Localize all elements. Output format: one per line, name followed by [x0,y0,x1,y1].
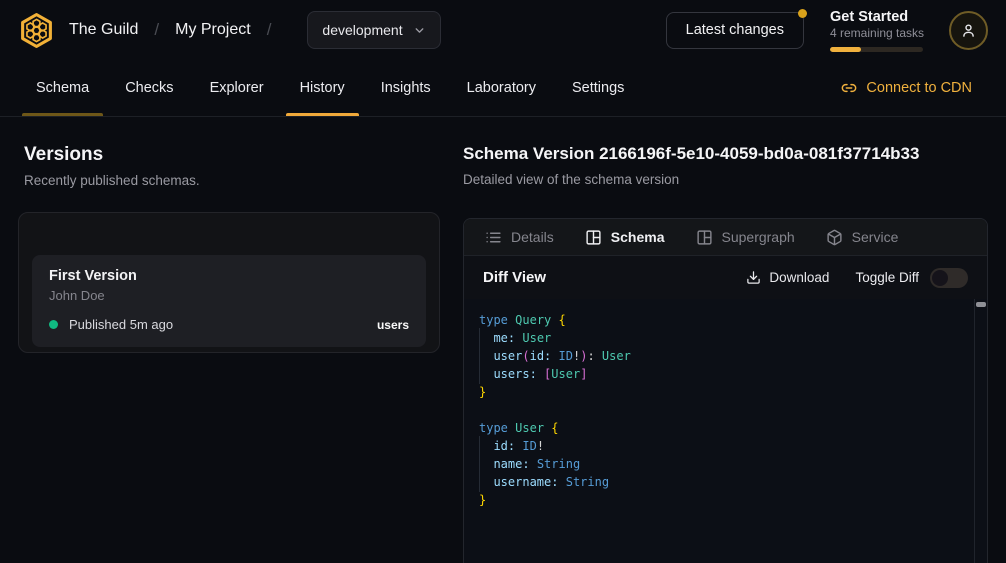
top-bar: The Guild / My Project / development Lat… [0,0,1006,60]
primary-nav: Schema Checks Explorer History Insights … [0,60,1006,117]
link-icon [841,80,857,96]
code-lines: type Query { me: User user(id: ID!): Use… [479,311,973,509]
code-line [479,401,973,419]
get-started-progress-fill [830,47,861,52]
schema-code-block: type Query { me: User user(id: ID!): Use… [464,299,987,563]
nav-tab-laboratory[interactable]: Laboratory [453,60,550,116]
breadcrumb-project[interactable]: My Project [175,21,251,39]
get-started-progress-track [830,47,923,52]
breadcrumb-separator: / [267,20,272,40]
guild-hive-logo-icon[interactable] [18,12,55,49]
diff-view-title: Diff View [483,269,546,286]
nav-tab-insights[interactable]: Insights [367,60,445,116]
versions-subtitle: Recently published schemas. [24,173,200,188]
nav-tab-history[interactable]: History [286,60,359,116]
get-started-subtitle: 4 remaining tasks [830,26,923,41]
version-detail-title: Schema Version 2166196f-5e10-4059-bd0a-0… [463,144,993,164]
columns-icon [696,229,713,246]
target-selector-value: development [322,22,402,38]
latest-changes-button[interactable]: Latest changes [666,12,804,49]
connect-to-cdn-button[interactable]: Connect to CDN [841,60,972,116]
detail-tab-schema[interactable]: Schema [585,229,665,246]
nav-tab-explorer[interactable]: Explorer [196,60,278,116]
code-line: } [479,491,973,509]
nav-tab-settings[interactable]: Settings [558,60,638,116]
tab-underline [286,113,359,116]
tab-underline [22,113,103,116]
code-line: me: User [479,329,973,347]
user-avatar-button[interactable] [949,11,988,50]
version-name: First Version [49,268,409,284]
get-started-widget[interactable]: Get Started 4 remaining tasks [830,8,923,52]
code-scrollbar-track[interactable] [974,299,987,563]
version-list-item[interactable]: First Version John Doe Published 5m ago … [32,255,426,347]
nav-tab-schema[interactable]: Schema [22,60,103,116]
switch-knob [932,270,948,286]
top-bar-right: Latest changes Get Started 4 remaining t… [666,8,988,52]
code-line: name: String [479,455,973,473]
diff-view-toolbar: Diff View Download Toggle Diff [464,255,987,299]
published-status-dot [49,320,58,329]
columns-icon [585,229,602,246]
chevron-down-icon [413,24,426,37]
code-line: type User { [479,419,973,437]
list-icon [485,229,502,246]
versions-list-card: First Version John Doe Published 5m ago … [18,212,440,353]
version-author: John Doe [49,288,409,303]
toggle-diff-label: Toggle Diff [855,270,919,285]
versions-header: Versions Recently published schemas. [24,144,200,188]
code-line: type Query { [479,311,973,329]
breadcrumb-separator: / [154,20,159,40]
detail-tabs: Details Schema Supergraph Service [464,219,987,255]
code-line: } [479,383,973,401]
nav-tab-checks[interactable]: Checks [111,60,187,116]
detail-tab-details[interactable]: Details [485,229,554,246]
code-scrollbar-thumb[interactable] [976,302,986,307]
detail-tab-service[interactable]: Service [826,229,899,246]
connect-to-cdn-label: Connect to CDN [866,80,972,96]
download-button[interactable]: Download [746,270,829,285]
version-status-row: Published 5m ago users [49,317,409,332]
version-detail-header: Schema Version 2166196f-5e10-4059-bd0a-0… [463,144,993,187]
target-selector[interactable]: development [307,11,440,49]
app-window: The Guild / My Project / development Lat… [0,0,1006,563]
detail-tab-supergraph[interactable]: Supergraph [696,229,795,246]
version-status: Published 5m ago [69,317,173,332]
version-service-badge: users [377,318,409,332]
box-icon [826,229,843,246]
toggle-diff-switch[interactable] [930,268,968,288]
notification-dot [798,9,807,18]
toggle-diff-group: Toggle Diff [855,268,968,288]
diff-view-actions: Download Toggle Diff [746,268,968,288]
version-detail-subtitle: Detailed view of the schema version [463,172,993,187]
code-line: id: ID! [479,437,973,455]
breadcrumb-org[interactable]: The Guild [69,21,138,39]
user-icon [960,22,977,39]
download-icon [746,270,761,285]
versions-title: Versions [24,144,200,166]
download-label: Download [769,270,829,285]
code-line: users: [User] [479,365,973,383]
code-line: user(id: ID!): User [479,347,973,365]
get-started-title: Get Started [830,8,923,26]
code-line: username: String [479,473,973,491]
version-detail-panel: Details Schema Supergraph Service [463,218,988,563]
